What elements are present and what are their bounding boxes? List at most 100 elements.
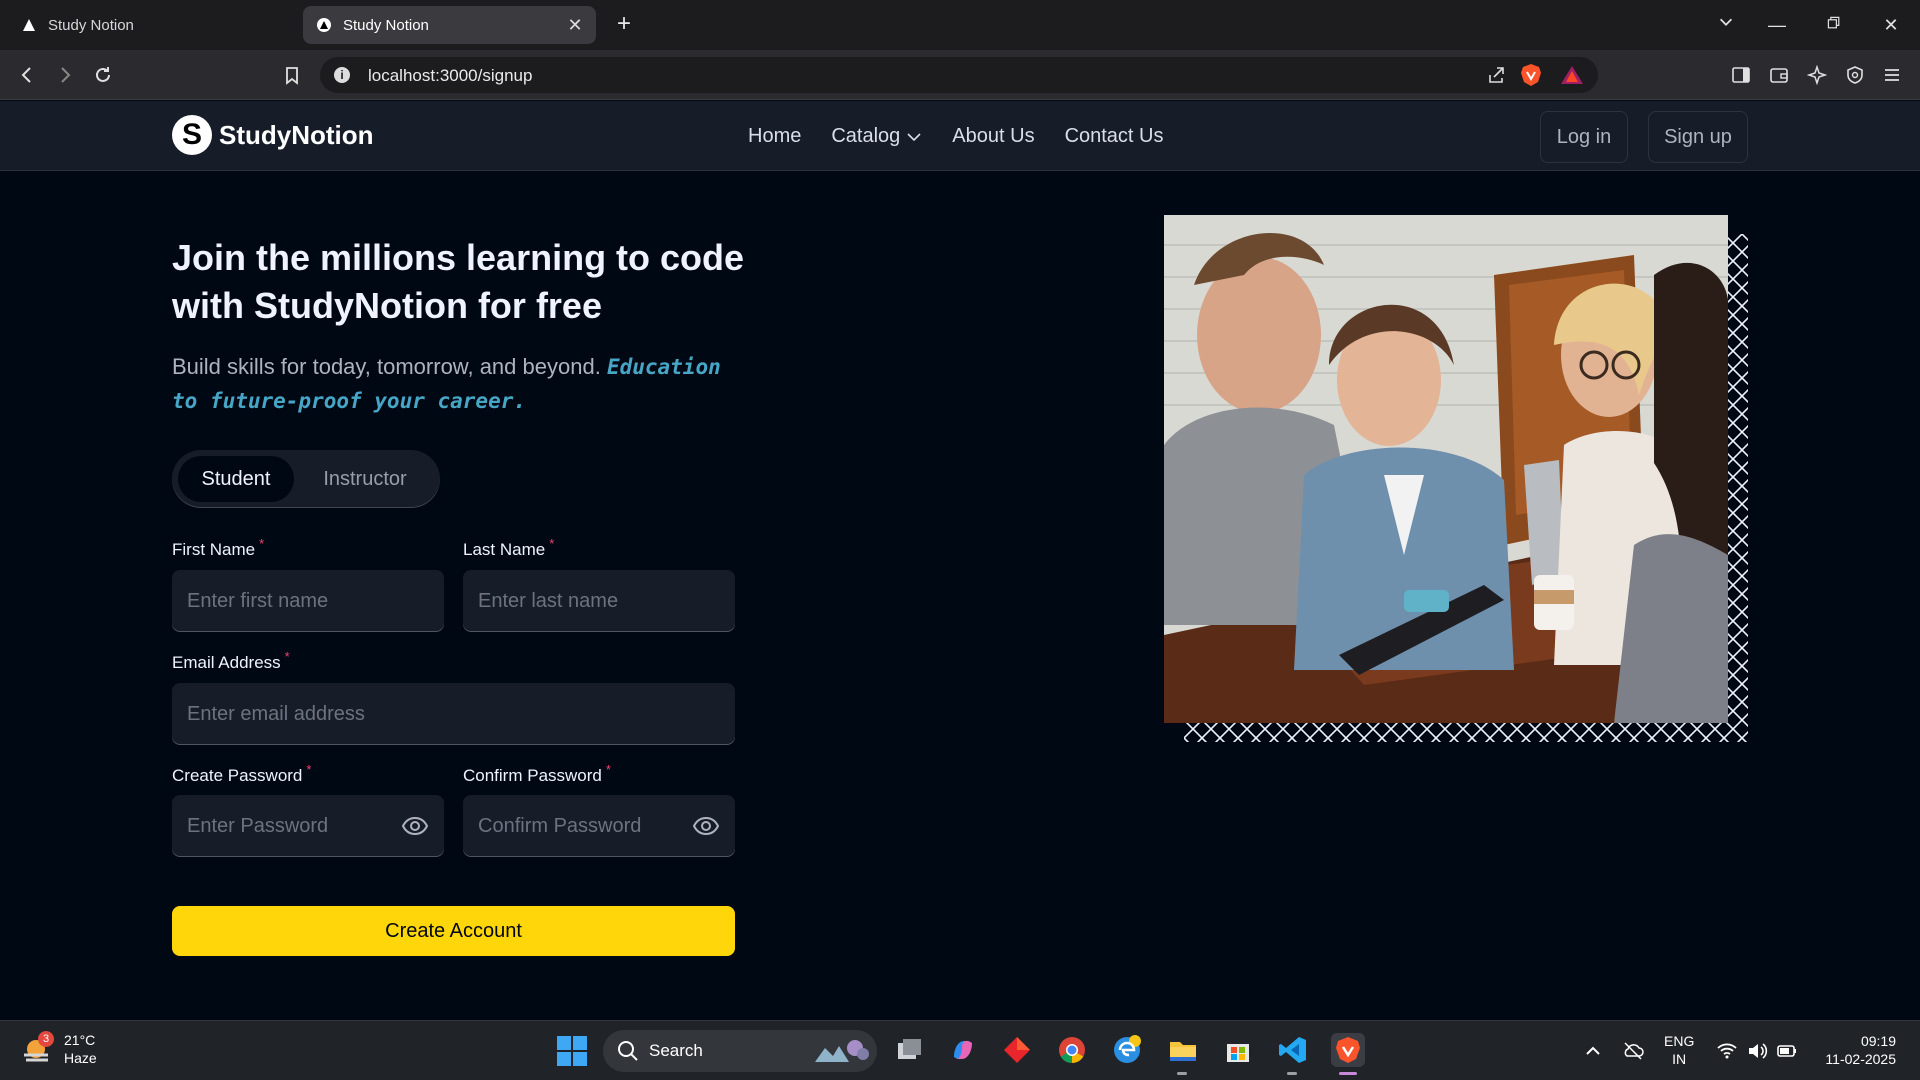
lang-top: ENG <box>1664 1033 1695 1049</box>
first-name-field <box>172 570 444 632</box>
last-name-label-text: Last Name <box>463 540 546 559</box>
url-text[interactable]: localhost:3000/signup <box>368 66 532 86</box>
email-input[interactable] <box>187 702 720 726</box>
role-student-tab[interactable]: Student <box>178 456 294 502</box>
lang-bottom: IN <box>1672 1051 1687 1067</box>
show-confirm-password-eye-icon[interactable] <box>693 814 719 838</box>
red-app-icon[interactable] <box>1000 1033 1034 1067</box>
running-indicator <box>1177 1072 1187 1075</box>
confirm-password-input[interactable] <box>478 814 720 838</box>
confirm-password-label-text: Confirm Password <box>463 766 602 785</box>
nav-contact[interactable]: Contact Us <box>1065 125 1164 148</box>
leo-ai-icon[interactable] <box>1805 63 1829 87</box>
site-navbar: S StudyNotion Home Catalog About Us Cont… <box>0 101 1920 171</box>
onedrive-offline-icon[interactable] <box>1622 1040 1644 1062</box>
brave-rewards-icon[interactable] <box>1560 65 1584 85</box>
weather-desc: Haze <box>64 1050 97 1066</box>
search-highlight-icon <box>815 1040 869 1062</box>
first-name-input[interactable] <box>187 589 429 613</box>
site-logo[interactable]: S StudyNotion <box>172 115 374 155</box>
bookmark-icon[interactable] <box>279 62 305 88</box>
weather-text: 21°C Haze <box>64 1031 97 1067</box>
search-label: Search <box>649 1041 703 1060</box>
role-instructor-tab[interactable]: Instructor <box>300 456 430 502</box>
brave-browser-icon[interactable] <box>1331 1033 1365 1067</box>
page-subtitle: Build skills for today, tomorrow, and be… <box>172 350 752 418</box>
share-icon[interactable] <box>1486 65 1506 85</box>
first-name-label: First Name * <box>172 536 264 560</box>
email-label: Email Address * <box>172 649 290 673</box>
wallet-icon[interactable] <box>1767 63 1791 87</box>
microsoft-store-icon[interactable] <box>1221 1033 1255 1067</box>
forward-icon[interactable] <box>52 62 78 88</box>
tab-title: Study Notion <box>343 16 429 34</box>
windows-taskbar: 3 21°C Haze Search ENG IN 09:19 11-02-20… <box>0 1020 1920 1080</box>
active-indicator <box>1339 1072 1357 1075</box>
nav-home[interactable]: Home <box>748 125 801 148</box>
vscode-icon[interactable] <box>1276 1033 1310 1067</box>
tab-search-chevron-icon[interactable] <box>1713 12 1739 38</box>
email-label-text: Email Address <box>172 653 281 672</box>
chrome-icon[interactable] <box>1055 1033 1089 1067</box>
show-hidden-icons-chevron-icon[interactable] <box>1582 1040 1604 1062</box>
main-menu: Home Catalog About Us Contact Us <box>748 125 1164 148</box>
edge-icon[interactable] <box>1110 1033 1144 1067</box>
new-tab-button[interactable]: + <box>612 12 636 36</box>
running-indicator <box>1287 1072 1297 1075</box>
input-language[interactable]: ENG IN <box>1664 1032 1694 1068</box>
clock-time: 09:19 <box>1860 1033 1896 1049</box>
confirm-password-label: Confirm Password * <box>463 762 611 786</box>
password-label: Create Password * <box>172 762 311 786</box>
password-field <box>172 795 444 857</box>
vpn-shield-icon[interactable] <box>1843 63 1867 87</box>
browser-tab-bar: Study Notion Study Notion ✕ + — ✕ <box>0 0 1920 50</box>
required-mark: * <box>259 536 265 551</box>
password-label-text: Create Password <box>172 766 303 785</box>
reload-icon[interactable] <box>90 62 116 88</box>
last-name-input[interactable] <box>478 589 720 613</box>
copilot-icon[interactable] <box>946 1033 980 1067</box>
show-password-eye-icon[interactable] <box>402 814 428 838</box>
brave-shields-icon[interactable] <box>1520 63 1542 87</box>
windows-start-icon[interactable] <box>556 1035 588 1067</box>
volume-icon[interactable] <box>1746 1040 1768 1062</box>
site-info-icon[interactable]: i <box>334 67 350 83</box>
task-view-icon[interactable] <box>892 1033 926 1067</box>
password-input[interactable] <box>187 814 429 838</box>
subtitle-text: Build skills for today, tomorrow, and be… <box>172 354 601 379</box>
wifi-icon[interactable] <box>1716 1040 1738 1062</box>
last-name-field <box>463 570 735 632</box>
minimize-icon[interactable]: — <box>1764 12 1790 38</box>
browser-toolbar: i localhost:3000/signup <box>0 50 1920 100</box>
restore-icon[interactable] <box>1821 12 1847 38</box>
login-button[interactable]: Log in <box>1540 111 1628 163</box>
chevron-down-icon <box>907 132 921 141</box>
email-field <box>172 683 735 745</box>
address-bar[interactable]: i localhost:3000/signup <box>320 57 1598 93</box>
battery-icon[interactable] <box>1776 1040 1798 1062</box>
page-title: Join the millions learning to code with … <box>172 237 745 326</box>
system-clock[interactable]: 09:19 11-02-2025 <box>1816 1032 1896 1068</box>
create-account-button[interactable]: Create Account <box>172 906 735 956</box>
back-icon[interactable] <box>14 62 40 88</box>
logo-mark: S <box>172 115 212 155</box>
last-name-label: Last Name * <box>463 536 554 560</box>
required-mark: * <box>549 536 555 551</box>
taskbar-search[interactable]: Search <box>603 1030 877 1072</box>
weather-haze-icon: 3 <box>20 1031 56 1067</box>
signup-button[interactable]: Sign up <box>1648 111 1748 163</box>
menu-icon[interactable] <box>1880 63 1904 87</box>
tab-title: Study Notion <box>48 16 134 34</box>
nav-catalog[interactable]: Catalog <box>831 125 922 148</box>
browser-tab[interactable]: Study Notion <box>8 6 298 44</box>
close-window-icon[interactable]: ✕ <box>1878 12 1904 38</box>
nav-about[interactable]: About Us <box>952 125 1034 148</box>
browser-tab-active[interactable]: Study Notion ✕ <box>303 6 596 44</box>
students-photo <box>1164 215 1728 723</box>
file-explorer-icon[interactable] <box>1166 1033 1200 1067</box>
close-tab-icon[interactable]: ✕ <box>566 16 584 34</box>
site-favicon-icon <box>317 18 331 32</box>
sidebar-toggle-icon[interactable] <box>1729 63 1753 87</box>
weather-widget[interactable]: 3 21°C Haze <box>20 1031 97 1067</box>
nav-catalog-label: Catalog <box>831 125 901 147</box>
